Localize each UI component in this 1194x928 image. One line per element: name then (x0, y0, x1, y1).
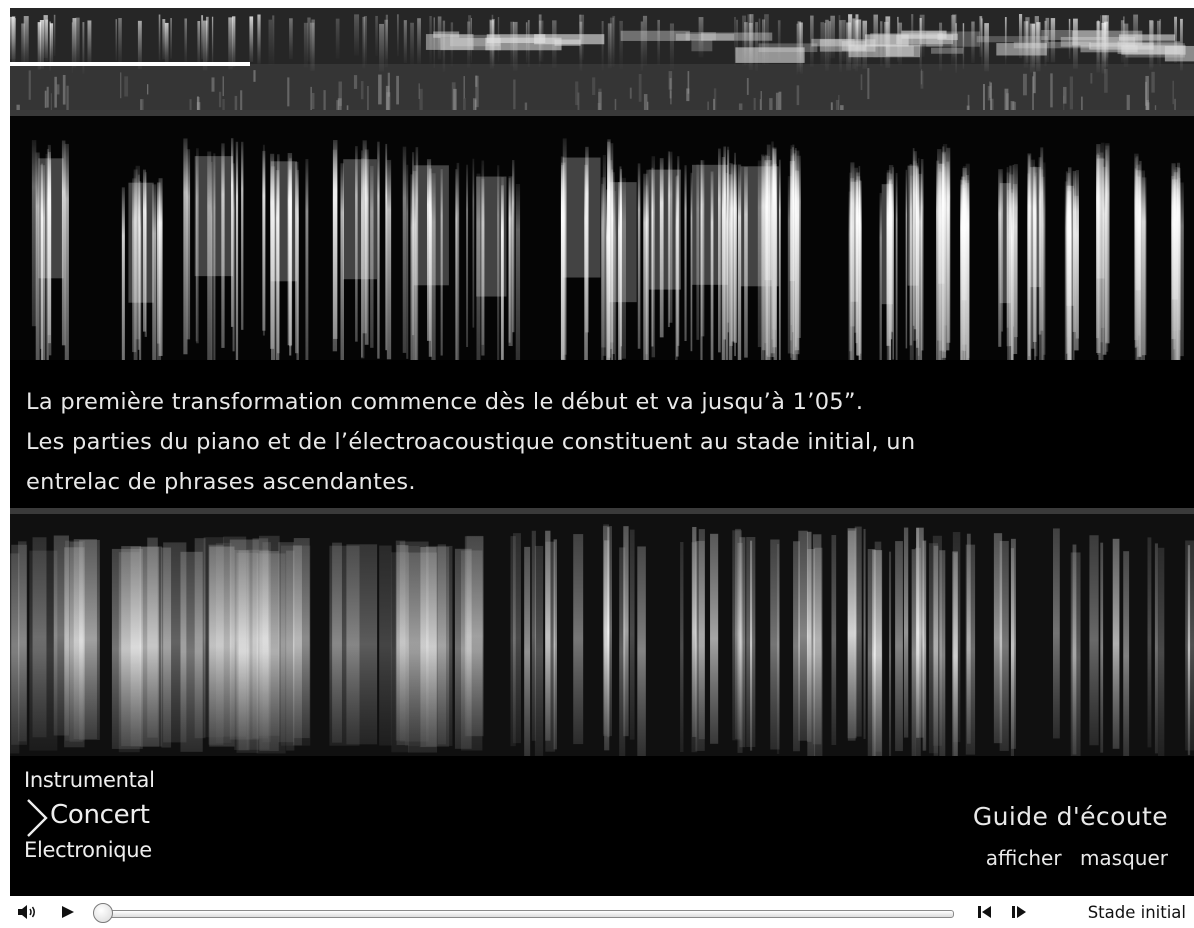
overview-progress-bar (10, 62, 251, 66)
overview-spectrogram-image (10, 8, 1194, 110)
scrubber-knob[interactable] (93, 903, 113, 923)
mode-concert[interactable]: Concert (50, 800, 150, 830)
hide-guide-link[interactable]: masquer (1080, 846, 1168, 870)
piano-spectrogram (10, 116, 1194, 360)
show-guide-link[interactable]: afficher (986, 846, 1062, 870)
commentary-text: La première transformation commence dès … (26, 382, 1176, 502)
chevron-right-icon (27, 799, 48, 837)
listening-guide-actions: afficher masquer (974, 846, 1168, 870)
mode-electronique[interactable]: Electronique (24, 838, 152, 862)
mode-instrumental[interactable]: Instrumental (24, 768, 155, 792)
control-panel: Instrumental Concert Electronique Guide … (10, 756, 1194, 896)
overview-spectrogram[interactable] (10, 8, 1194, 110)
step-back-icon[interactable] (974, 902, 996, 922)
speaker-icon[interactable] (16, 902, 38, 922)
app-frame: La première transformation commence dès … (10, 8, 1194, 896)
commentary-line: entrelac de phrases ascendantes. (26, 469, 416, 495)
piano-spectrogram-image (31, 138, 1184, 360)
step-forward-icon[interactable] (1008, 902, 1030, 922)
listening-guide-title: Guide d'écoute (972, 802, 1168, 831)
commentary-line: La première transformation commence dès … (26, 389, 864, 415)
playback-scrubber[interactable] (93, 903, 954, 923)
electroacoustic-spectrogram-image (10, 514, 1194, 756)
commentary-line: Les parties du piano et de l’électroacou… (26, 429, 916, 455)
stage-label: Stade initial (1087, 903, 1186, 922)
electroacoustic-spectrogram (10, 514, 1194, 756)
commentary-panel: La première transformation commence dès … (10, 360, 1194, 508)
media-player-bar: Stade initial (0, 896, 1194, 928)
play-icon[interactable] (58, 902, 80, 922)
